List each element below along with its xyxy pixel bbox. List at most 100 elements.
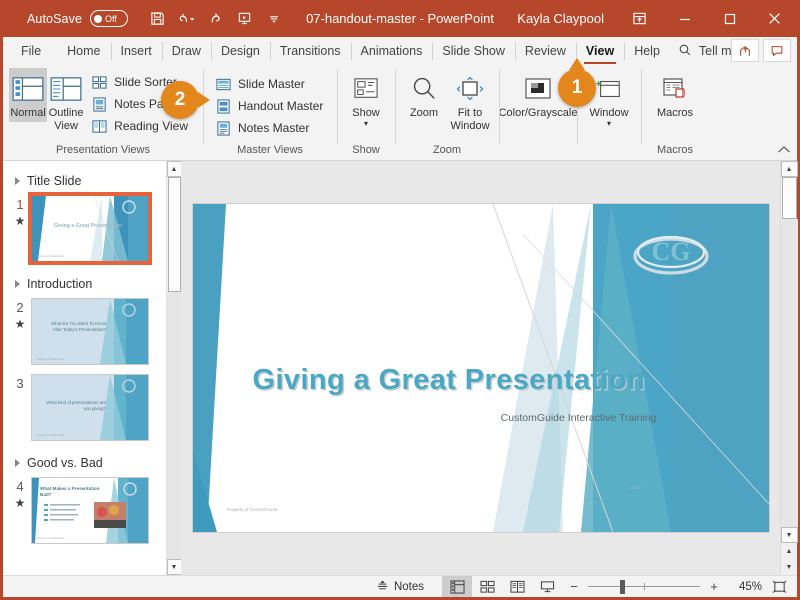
slideshow-button-status[interactable] <box>532 576 562 597</box>
macros-button[interactable]: Macros <box>647 68 703 122</box>
list-item[interactable]: 2 ★ What Do You Want To Know After Today… <box>3 297 166 373</box>
slide-thumbnail-pane[interactable]: Title Slide 1 ★ Giving a Great Presentat… <box>3 161 166 575</box>
tab-slide-show[interactable]: Slide Show <box>432 37 515 65</box>
scroll-down-arrow-icon[interactable]: ▼ <box>166 559 182 575</box>
tab-file[interactable]: File <box>3 37 57 65</box>
zoom-button[interactable]: Zoom <box>401 68 447 122</box>
fit-slide-to-window-button[interactable] <box>762 576 797 598</box>
reading-view-button-status[interactable] <box>502 576 532 597</box>
window-label: Window <box>589 107 629 119</box>
animation-star-icon: ★ <box>14 214 26 228</box>
tab-home-label: Home <box>67 44 101 58</box>
redo-icon[interactable] <box>202 6 229 32</box>
tab-animations[interactable]: Animations <box>350 37 433 65</box>
autosave-toggle[interactable]: Off <box>90 10 129 27</box>
autosave-label: AutoSave <box>27 11 83 26</box>
share-icon[interactable] <box>731 39 759 62</box>
scrollbar-thumb[interactable] <box>781 177 797 219</box>
handout-master-button[interactable]: Handout Master <box>213 95 328 117</box>
tab-help[interactable]: Help <box>624 37 670 65</box>
collapse-ribbon-button[interactable] <box>777 145 791 158</box>
section-header-title-slide[interactable]: Title Slide <box>3 167 166 194</box>
tab-design[interactable]: Design <box>210 37 270 65</box>
thumbnail-pane-scrollbar[interactable]: ▲ ▼ <box>166 161 182 575</box>
thumbnail-slide-4[interactable]: What Makes a Presentation Bad? Property … <box>31 477 149 544</box>
scroll-down-arrow-icon[interactable]: ▼ <box>780 527 798 543</box>
tab-review-label: Review <box>524 44 566 58</box>
scroll-up-arrow-icon[interactable]: ▲ <box>780 161 798 177</box>
zoom-slider-track[interactable] <box>588 579 700 594</box>
comments-icon[interactable] <box>763 39 791 62</box>
notes-button[interactable]: Notes <box>366 576 434 598</box>
collapse-triangle-icon[interactable] <box>15 459 20 467</box>
tab-design-label: Design <box>220 44 260 58</box>
scrollbar-track[interactable] <box>780 219 798 527</box>
collapse-triangle-icon[interactable] <box>15 177 20 185</box>
tab-draw[interactable]: Draw <box>161 37 211 65</box>
list-item[interactable]: 3 What kind of presentations are you giv… <box>3 373 166 449</box>
slide-title[interactable]: Giving a Great Presentation <box>253 364 646 397</box>
animation-star-icon: ★ <box>14 317 26 331</box>
window-controls <box>617 0 797 37</box>
tab-transitions-label: Transitions <box>279 44 341 58</box>
ribbon-group-show: Show ▾ Show <box>337 65 395 160</box>
show-icon <box>352 72 380 106</box>
minimize-icon[interactable] <box>662 0 707 37</box>
zoom-percent-label[interactable]: 45% <box>726 581 762 593</box>
thumbnail-slide-1[interactable]: Giving a Great Presentation Property of … <box>28 192 152 265</box>
zoom-slider-handle[interactable] <box>620 579 626 594</box>
list-item[interactable]: 4 ★ What Makes a Presentation Bad? Prope… <box>3 476 166 552</box>
show-button[interactable]: Show ▾ <box>343 68 389 129</box>
maximize-icon[interactable] <box>707 0 752 37</box>
fit-to-window-button[interactable]: Fit to Window <box>447 68 493 134</box>
zoom-in-button[interactable]: + <box>708 579 720 594</box>
thumbnail-slide-2[interactable]: What Do You Want To Know After Today's P… <box>31 298 149 365</box>
chevron-down-icon[interactable]: ▾ <box>364 119 368 127</box>
tab-file-label: File <box>21 44 42 58</box>
undo-icon[interactable] <box>173 6 200 32</box>
section-header-good-vs-bad[interactable]: Good vs. Bad <box>3 449 166 476</box>
scrollbar-track[interactable] <box>166 292 182 559</box>
collapse-triangle-icon[interactable] <box>15 280 20 288</box>
thumbnail-slide-3[interactable]: What kind of presentations are you givin… <box>31 374 149 441</box>
view-switcher <box>442 576 562 597</box>
slide-number-4: 4 ★ <box>9 477 31 544</box>
tab-draw-label: Draw <box>171 44 201 58</box>
section-header-introduction[interactable]: Introduction <box>3 270 166 297</box>
slide-pane-scrollbar[interactable]: ▲ ▼ ▲ ▼ <box>780 161 798 575</box>
group-title-macros: Macros <box>656 144 694 156</box>
zoom-slider[interactable]: − + <box>562 579 726 594</box>
tell-me-search[interactable]: Tell me <box>678 37 739 65</box>
normal-view-button-status[interactable] <box>442 576 472 597</box>
start-slideshow-icon[interactable] <box>231 6 258 32</box>
normal-view-label: Normal <box>10 107 46 119</box>
close-icon[interactable] <box>752 0 797 37</box>
scrollbar-thumb[interactable] <box>167 177 181 292</box>
fit-to-window-label: Fit to Window <box>450 107 490 132</box>
tab-home[interactable]: Home <box>57 37 110 65</box>
slide-stage[interactable]: CG Giving a Great Presentation CustomGui… <box>181 161 780 575</box>
list-item[interactable]: 1 ★ Giving a Great Presentation Property… <box>3 192 166 270</box>
save-icon[interactable] <box>144 6 171 32</box>
tab-transitions[interactable]: Transitions <box>269 37 351 65</box>
ribbon: Normal Outline View Slide Sorter Notes P… <box>3 58 797 161</box>
slide-subtitle[interactable]: CustomGuide Interactive Training <box>501 412 657 424</box>
user-account-name[interactable]: Kayla Claypool <box>517 11 604 26</box>
current-slide[interactable]: CG Giving a Great Presentation CustomGui… <box>191 203 770 533</box>
slide-number-label: 1 <box>16 197 24 212</box>
thumbnail-title: What Makes a Presentation Bad? <box>40 486 100 498</box>
tab-insert[interactable]: Insert <box>110 37 162 65</box>
slide-sorter-button-status[interactable] <box>472 576 502 597</box>
tab-review[interactable]: Review <box>514 37 576 65</box>
chevron-down-icon-window[interactable]: ▾ <box>607 119 611 127</box>
outline-view-button[interactable]: Outline View <box>47 68 85 134</box>
previous-slide-button[interactable]: ▲ <box>781 543 798 559</box>
next-slide-button[interactable]: ▼ <box>781 559 798 575</box>
normal-view-button[interactable]: Normal <box>9 68 48 122</box>
notes-master-button[interactable]: Notes Master <box>213 117 328 139</box>
slide-master-button[interactable]: Slide Master <box>213 73 328 95</box>
zoom-out-button[interactable]: − <box>568 579 580 594</box>
scroll-up-arrow-icon[interactable]: ▲ <box>166 161 182 177</box>
customize-qat-icon[interactable] <box>260 6 287 32</box>
ribbon-display-options-icon[interactable] <box>617 0 662 37</box>
